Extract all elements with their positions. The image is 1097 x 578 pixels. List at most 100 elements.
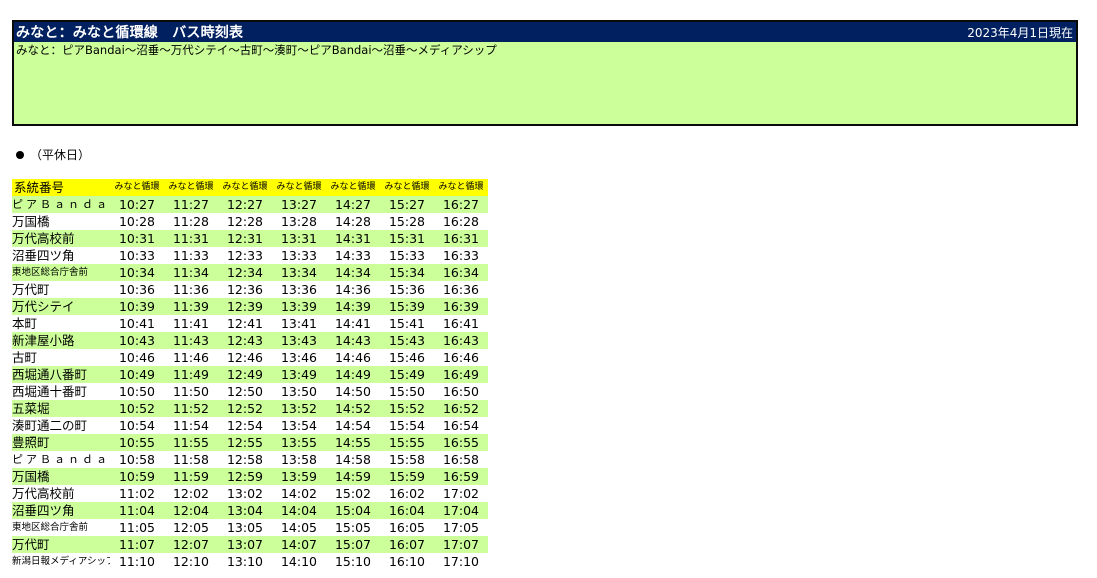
departure-time: 15:07 [326, 536, 380, 553]
departure-time: 16:02 [380, 485, 434, 502]
departure-time: 13:43 [272, 332, 326, 349]
filler-cell [488, 502, 1078, 519]
filler-cell [488, 196, 1078, 213]
stop-name: 万代シテイ [12, 298, 110, 315]
departure-time: 15:31 [380, 230, 434, 247]
departure-time: 14:02 [272, 485, 326, 502]
departure-time: 10:34 [110, 264, 164, 281]
route-description: みなと：ピアBandai～沼垂～万代シテイ～古町～湊町～ピアBandai～沼垂～… [16, 43, 497, 57]
departure-time: 11:36 [164, 281, 218, 298]
stop-name: 万国橋 [12, 468, 110, 485]
departure-time: 14:04 [272, 502, 326, 519]
departure-time: 14:05 [272, 519, 326, 536]
table-row: 豊照町 10:55 11:55 12:55 13:55 14:55 15:55 16:55 [12, 434, 1078, 451]
stop-name: 新潟日報メディアシップ [12, 553, 110, 570]
departure-time: 14:59 [326, 468, 380, 485]
departure-time: 13:34 [272, 264, 326, 281]
stop-name: 五菜堀 [12, 400, 110, 417]
departure-time: 11:41 [164, 315, 218, 332]
departure-time: 17:02 [434, 485, 488, 502]
stop-name: ピアＢａｎｄａｉ [12, 451, 110, 468]
departure-time: 16:50 [434, 383, 488, 400]
departure-time: 15:55 [380, 434, 434, 451]
departure-time: 11:54 [164, 417, 218, 434]
departure-time: 12:58 [218, 451, 272, 468]
departure-time: 13:50 [272, 383, 326, 400]
filler-cell [488, 179, 1078, 196]
departure-time: 10:31 [110, 230, 164, 247]
departure-time: 11:46 [164, 349, 218, 366]
departure-time: 17:05 [434, 519, 488, 536]
departure-time: 12:52 [218, 400, 272, 417]
departure-time: 13:39 [272, 298, 326, 315]
departure-time: 13:52 [272, 400, 326, 417]
stop-name: 沼垂四ツ角 [12, 247, 110, 264]
departure-time: 11:55 [164, 434, 218, 451]
departure-time: 12:49 [218, 366, 272, 383]
departure-time: 15:58 [380, 451, 434, 468]
departure-time: 12:33 [218, 247, 272, 264]
departure-time: 15:39 [380, 298, 434, 315]
departure-time: 11:50 [164, 383, 218, 400]
departure-time: 10:52 [110, 400, 164, 417]
departure-time: 16:31 [434, 230, 488, 247]
departure-time: 13:27 [272, 196, 326, 213]
departure-time: 14:52 [326, 400, 380, 417]
departure-time: 16:10 [380, 553, 434, 570]
filler-cell [488, 417, 1078, 434]
departure-time: 13:02 [218, 485, 272, 502]
departure-time: 13:41 [272, 315, 326, 332]
stop-name: 万代高校前 [12, 485, 110, 502]
departure-time: 16:28 [434, 213, 488, 230]
table-row: 万代高校前 10:31 11:31 12:31 13:31 14:31 15:31 16:31 [12, 230, 1078, 247]
stop-name: 本町 [12, 315, 110, 332]
departure-time: 16:55 [434, 434, 488, 451]
departure-time: 11:27 [164, 196, 218, 213]
departure-time: 13:46 [272, 349, 326, 366]
departure-time: 14:36 [326, 281, 380, 298]
departure-time: 10:33 [110, 247, 164, 264]
stop-name: 万代高校前 [12, 230, 110, 247]
departure-time: 16:43 [434, 332, 488, 349]
title-bar: みなと：みなと循環線 バス時刻表 2023年4月1日現在 [14, 22, 1076, 42]
stop-name: 古町 [12, 349, 110, 366]
departure-time: 16:52 [434, 400, 488, 417]
departure-time: 12:39 [218, 298, 272, 315]
departure-time: 10:55 [110, 434, 164, 451]
table-row: ピアＢａｎｄａｉ10:2711:2712:2713:2714:2715:2716… [12, 196, 1078, 213]
column-header: みなと循環 [272, 179, 326, 196]
timetable: 系統番号 みなと循環 みなと循環 みなと循環 みなと循環 みなと循環 みなと循環… [12, 179, 1078, 570]
departure-time: 12:54 [218, 417, 272, 434]
departure-time: 12:36 [218, 281, 272, 298]
departure-time: 10:39 [110, 298, 164, 315]
departure-time: 16:05 [380, 519, 434, 536]
departure-time: 15:59 [380, 468, 434, 485]
departure-time: 13:59 [272, 468, 326, 485]
departure-time: 14:54 [326, 417, 380, 434]
table-row: 新津屋小路 10:43 11:43 12:43 13:43 14:43 15:43 16:43 [12, 332, 1078, 349]
departure-time: 15:50 [380, 383, 434, 400]
departure-time: 14:58 [326, 451, 380, 468]
departure-time: 13:28 [272, 213, 326, 230]
stop-name: 西堀通八番町 [12, 366, 110, 383]
departure-time: 10:43 [110, 332, 164, 349]
departure-time: 16:54 [434, 417, 488, 434]
filler-cell [488, 553, 1078, 570]
departure-time: 12:43 [218, 332, 272, 349]
departure-time: 15:34 [380, 264, 434, 281]
departure-time: 14:39 [326, 298, 380, 315]
departure-time: 15:28 [380, 213, 434, 230]
departure-time: 13:05 [218, 519, 272, 536]
departure-time: 16:58 [434, 451, 488, 468]
departure-time: 10:41 [110, 315, 164, 332]
column-header: みなと循環 [380, 179, 434, 196]
departure-time: 11:07 [110, 536, 164, 553]
column-header: みなと循環 [218, 179, 272, 196]
departure-time: 12:50 [218, 383, 272, 400]
filler-cell [488, 230, 1078, 247]
filler-cell [488, 451, 1078, 468]
table-row: 東地区総合庁舎前 11:05 12:05 13:05 14:05 15:05 16:05 17… [12, 519, 1078, 536]
day-type: （平休日） [16, 146, 90, 163]
departure-time: 10:50 [110, 383, 164, 400]
departure-time: 10:59 [110, 468, 164, 485]
